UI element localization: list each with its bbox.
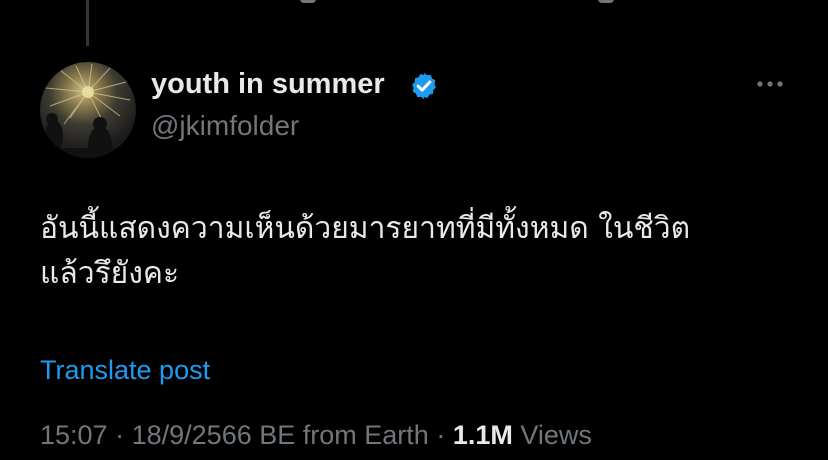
post-metadata: 15:07 · 18/9/2566 BE from Earth · 1.1M V… — [40, 420, 592, 451]
views-count[interactable]: 1.1M — [453, 420, 513, 450]
post-text: อันนี้แสดงความเห็นด้วยมารยาทที่มีทั้งหมด… — [40, 206, 800, 296]
post-time[interactable]: 15:07 — [40, 420, 108, 450]
avatar-fireworks-image — [40, 63, 136, 158]
post-text-line: อันนี้แสดงความเห็นด้วยมารยาทที่มีทั้งหมด… — [40, 211, 691, 246]
post-text-line: แล้วรึยังคะ — [40, 256, 180, 291]
author-display-name[interactable]: youth in summer — [151, 68, 385, 101]
views-icon[interactable] — [598, 0, 614, 3]
post-source: from Earth — [302, 420, 429, 450]
meta-separator: · — [436, 420, 446, 450]
reply-icon[interactable] — [300, 0, 316, 3]
translate-post-link[interactable]: Translate post — [40, 355, 210, 386]
previous-post-action-bar — [0, 0, 828, 8]
avatar[interactable] — [40, 62, 136, 158]
author-handle[interactable]: @jkimfolder — [151, 110, 299, 142]
post-date[interactable]: 18/9/2566 BE — [132, 420, 296, 450]
meta-separator: · — [115, 420, 125, 450]
more-options-icon[interactable] — [752, 70, 788, 98]
verified-badge-icon — [412, 72, 436, 100]
views-label[interactable]: Views — [520, 420, 592, 450]
